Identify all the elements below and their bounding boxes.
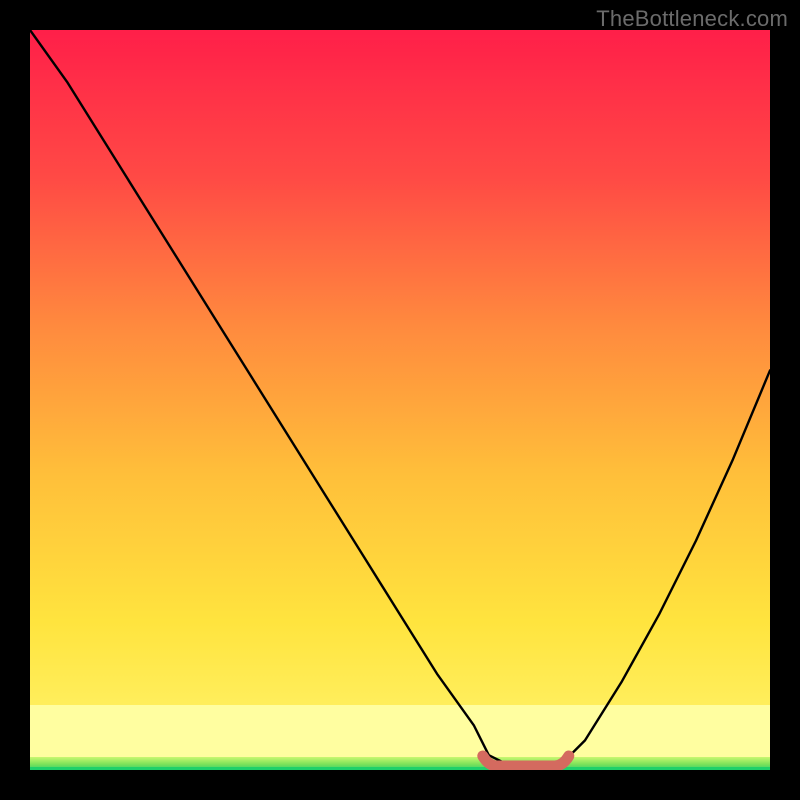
bottleneck-curve xyxy=(30,30,770,770)
chart-frame: TheBottleneck.com xyxy=(0,0,800,800)
watermark-text: TheBottleneck.com xyxy=(596,6,788,32)
plot-area xyxy=(30,30,770,770)
curve-path xyxy=(30,30,770,770)
